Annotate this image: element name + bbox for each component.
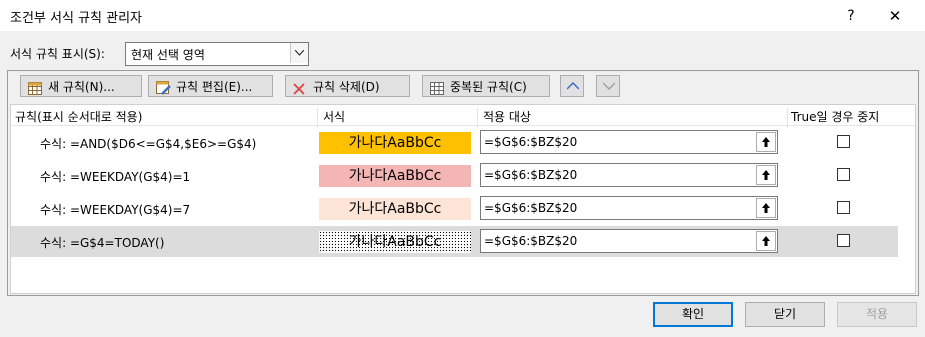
delete-rule-button[interactable]: 규칙 삭제(D) xyxy=(285,75,410,97)
title-bar: 조건부 서식 규칙 관리자 ? ✕ xyxy=(0,0,925,31)
rule-formula: 수식: =WEEKDAY(G$4)=1 xyxy=(40,170,191,184)
window-title: 조건부 서식 규칙 관리자 xyxy=(10,11,142,26)
rule-formula: 수식: =AND($D6<=G$4,$E6>=G$4) xyxy=(40,137,257,151)
format-preview: 가나다AaBbCc xyxy=(319,165,471,187)
applies-to-value: =$G$6:$BZ$20 xyxy=(484,135,578,149)
collapse-range-icon[interactable] xyxy=(756,165,776,185)
collapse-range-icon[interactable] xyxy=(756,198,776,218)
applies-to-field[interactable]: =$G$6:$BZ$20 xyxy=(480,196,778,220)
stop-if-true-checkbox[interactable] xyxy=(837,168,850,181)
applies-to-field[interactable]: =$G$6:$BZ$20 xyxy=(480,130,778,154)
applies-to-field[interactable]: =$G$6:$BZ$20 xyxy=(480,163,778,187)
column-divider xyxy=(317,108,318,128)
move-up-button[interactable] xyxy=(560,75,584,97)
applies-to-value: =$G$6:$BZ$20 xyxy=(484,168,578,182)
delete-x-icon xyxy=(293,80,305,102)
stop-if-true-checkbox[interactable] xyxy=(837,234,850,247)
grid-icon xyxy=(28,80,42,102)
duplicate-rule-label: 중복된 규칙(C) xyxy=(450,80,527,94)
stop-if-true-checkbox[interactable] xyxy=(837,201,850,214)
column-header-rule: 규칙(표시 순서대로 적용) xyxy=(15,110,143,124)
rule-row[interactable]: 수식: =WEEKDAY(G$4)=1 가나다AaBbCc =$G$6:$BZ$… xyxy=(11,160,898,191)
new-rule-label: 새 규칙(N)... xyxy=(48,80,115,94)
show-rules-label: 서식 규칙 표시(S): xyxy=(10,47,105,61)
applies-to-value: =$G$6:$BZ$20 xyxy=(484,201,578,215)
stop-if-true-checkbox[interactable] xyxy=(837,135,850,148)
applies-to-field[interactable]: =$G$6:$BZ$20 xyxy=(480,229,778,253)
close-button[interactable]: 닫기 xyxy=(745,302,825,327)
new-rule-button[interactable]: 새 규칙(N)... xyxy=(20,75,142,97)
chevron-down-icon[interactable] xyxy=(290,43,308,63)
column-header-format: 서식 xyxy=(323,110,346,124)
column-divider xyxy=(477,108,478,128)
rules-list: 규칙(표시 순서대로 적용) 서식 적용 대상 True일 경우 중지 수식: … xyxy=(10,104,916,294)
column-header-applies-to: 적용 대상 xyxy=(483,110,531,124)
edit-grid-icon xyxy=(156,80,171,102)
move-down-button[interactable] xyxy=(596,75,620,97)
rules-list-header: 규칙(표시 순서대로 적용) 서식 적용 대상 True일 경우 중지 xyxy=(11,105,915,128)
collapse-range-icon[interactable] xyxy=(756,132,776,152)
show-rules-value: 현재 선택 영역 xyxy=(131,48,205,62)
delete-rule-label: 규칙 삭제(D) xyxy=(313,80,380,94)
rule-formula: 수식: =G$4=TODAY() xyxy=(40,236,165,250)
rule-formula: 수식: =WEEKDAY(G$4)=7 xyxy=(40,203,191,217)
rules-toolbar: 새 규칙(N)... 규칙 편집(E)... 규칙 삭제(D) 중복된 규칙(C… xyxy=(8,71,918,104)
duplicate-rule-button[interactable]: 중복된 규칙(C) xyxy=(422,75,550,97)
format-preview: 가나다AaBbCc xyxy=(319,198,471,220)
rules-panel: 새 규칙(N)... 규칙 편집(E)... 규칙 삭제(D) 중복된 규칙(C… xyxy=(7,70,919,296)
column-divider xyxy=(787,108,788,128)
format-preview: 가나다AaBbCc xyxy=(319,231,471,253)
apply-button[interactable]: 적용 xyxy=(837,302,917,327)
rule-row[interactable]: 수식: =WEEKDAY(G$4)=7 가나다AaBbCc =$G$6:$BZ$… xyxy=(11,193,898,224)
close-icon[interactable]: ✕ xyxy=(880,5,910,27)
column-header-stop-if-true: True일 경우 중지 xyxy=(791,110,880,124)
edit-rule-button[interactable]: 규칙 편집(E)... xyxy=(148,75,273,97)
duplicate-grid-icon xyxy=(430,80,444,102)
format-preview: 가나다AaBbCc xyxy=(319,132,471,154)
rule-row-selected[interactable]: 수식: =G$4=TODAY() 가나다AaBbCc =$G$6:$BZ$20 xyxy=(11,226,898,257)
edit-rule-label: 규칙 편집(E)... xyxy=(176,80,253,94)
ok-button[interactable]: 확인 xyxy=(653,302,733,327)
arrow-up-icon xyxy=(567,82,579,90)
applies-to-value: =$G$6:$BZ$20 xyxy=(484,234,578,248)
rule-row[interactable]: 수식: =AND($D6<=G$4,$E6>=G$4) 가나다AaBbCc =$… xyxy=(11,127,898,158)
help-button[interactable]: ? xyxy=(838,5,864,27)
show-rules-dropdown[interactable]: 현재 선택 영역 xyxy=(125,42,309,66)
arrow-down-icon xyxy=(603,82,615,90)
collapse-range-icon[interactable] xyxy=(756,231,776,251)
